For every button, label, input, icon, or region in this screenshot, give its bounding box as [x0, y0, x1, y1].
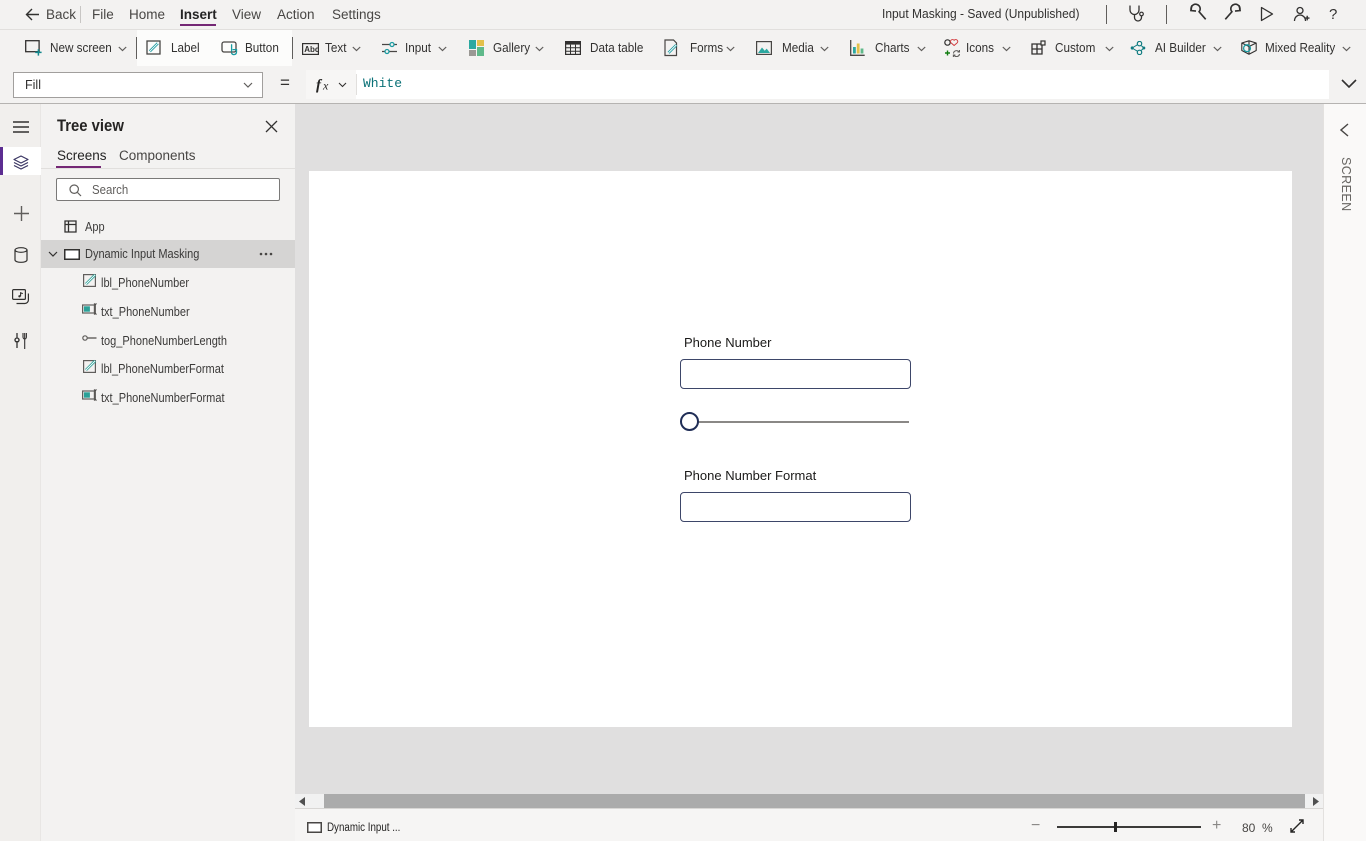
svg-text:x: x	[322, 79, 329, 93]
svg-text:Abc: Abc	[304, 45, 319, 54]
svg-text:f: f	[316, 78, 323, 94]
